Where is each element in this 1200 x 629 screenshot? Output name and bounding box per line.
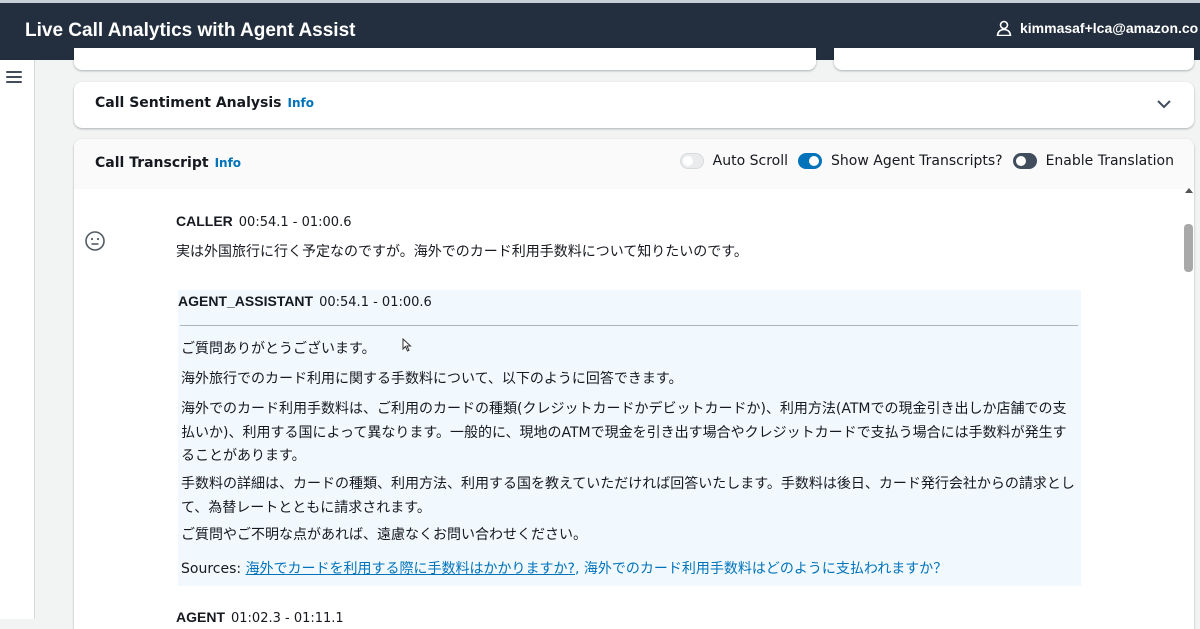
assistant-paragraph: 海外旅行でのカード利用に関する手数料について、以下のように回答できます。 xyxy=(181,371,683,387)
divider xyxy=(180,325,1078,326)
transcript-entry-header: AGENT 01:02.3 - 01:11.1 xyxy=(176,609,344,626)
show-agent-transcripts-toggle[interactable]: Show Agent Transcripts? xyxy=(798,153,1003,169)
assistant-paragraph: ご質問ありがとうございます。 xyxy=(181,341,376,357)
source-link[interactable]: 海外でカードを利用する際に手数料はかかりますか? xyxy=(246,561,575,577)
transcript-scrollbar[interactable] xyxy=(1183,188,1195,619)
agent-assistant-block: AGENT_ASSISTANT 00:54.1 - 01:00.6 ご質問ありがと… xyxy=(178,290,1081,586)
enable-translation-switch[interactable] xyxy=(1012,153,1037,169)
caller-message: 実は外国旅行に行く予定なのですが。海外でのカード利用手数料について知りたいのです… xyxy=(176,244,748,260)
transcript-toggles: Auto Scroll Show Agent Transcripts? Enab… xyxy=(670,153,1174,169)
show-agent-transcripts-label: Show Agent Transcripts? xyxy=(831,153,1003,169)
source-link[interactable]: 海外でのカード利用手数料はどのように支払われますか？ xyxy=(584,561,947,577)
enable-translation-toggle[interactable]: Enable Translation xyxy=(1012,153,1174,169)
neutral-face-icon xyxy=(85,231,105,251)
transcript-info-link[interactable]: Info xyxy=(215,156,241,170)
enable-translation-label: Enable Translation xyxy=(1045,153,1174,169)
sources-label: Sources: xyxy=(181,561,242,577)
show-agent-transcripts-switch[interactable] xyxy=(798,153,823,169)
transcript-entry-header: AGENT_ASSISTANT 00:54.1 - 01:00.6 xyxy=(178,293,432,310)
scroll-up-arrow-icon[interactable] xyxy=(1185,188,1193,193)
sources-line: Sources: 海外でカードを利用する際に手数料はかかりますか?, 海外でのカ… xyxy=(181,561,948,577)
previous-card-right xyxy=(834,48,1194,70)
scroll-thumb[interactable] xyxy=(1184,224,1193,272)
transcript-panel-header: Call Transcript Info Auto Scroll Show Age… xyxy=(74,139,1194,189)
speaker-label: AGENT xyxy=(176,609,225,625)
transcript-title-text: Call Transcript xyxy=(95,155,209,171)
sentiment-info-link[interactable]: Info xyxy=(287,96,313,110)
side-navigation xyxy=(0,60,35,619)
app-title[interactable]: Live Call Analytics with Agent Assist xyxy=(25,20,355,42)
auto-scroll-switch[interactable] xyxy=(679,153,704,169)
assistant-paragraph: ご質問やご不明な点があれば、遠慮なくお問い合わせください。 xyxy=(181,527,587,543)
previous-card-left xyxy=(74,48,816,70)
sentiment-title-text: Call Sentiment Analysis xyxy=(95,95,282,111)
user-icon xyxy=(996,20,1012,36)
speaker-label: CALLER xyxy=(176,213,233,229)
timestamp: 00:54.1 - 01:00.6 xyxy=(319,295,432,310)
auto-scroll-toggle[interactable]: Auto Scroll xyxy=(679,153,789,169)
chevron-down-icon[interactable] xyxy=(1156,96,1172,112)
user-menu[interactable]: kimmasaf+lca@amazon.co xyxy=(996,20,1198,36)
timestamp: 00:54.1 - 01:00.6 xyxy=(238,215,352,230)
sentiment-panel[interactable]: Call Sentiment Analysis Info xyxy=(74,82,1194,128)
assistant-paragraph: 手数料の詳細は、カードの種類、利用方法、利用する国を教えていただければ回答いたし… xyxy=(181,476,1075,516)
auto-scroll-label: Auto Scroll xyxy=(712,153,789,169)
assistant-paragraph: 海外でのカード利用手数料は、ご利用のカードの種類(クレジットカードかデビットカー… xyxy=(181,401,1067,464)
transcript-panel-title: Call Transcript Info xyxy=(95,155,241,171)
mouse-pointer-icon xyxy=(402,338,412,352)
transcript-entry-header: CALLER 00:54.1 - 01:00.6 xyxy=(176,213,351,230)
sentiment-panel-title: Call Sentiment Analysis Info xyxy=(95,95,314,111)
user-name: kimmasaf+lca@amazon.co xyxy=(1020,20,1199,36)
speaker-label: AGENT_ASSISTANT xyxy=(178,293,314,309)
hamburger-menu-icon[interactable] xyxy=(6,71,22,85)
